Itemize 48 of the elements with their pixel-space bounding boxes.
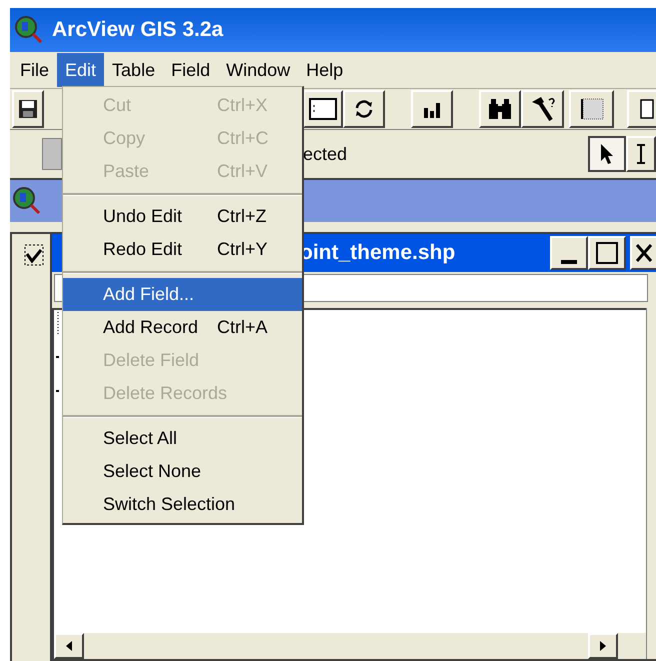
toolbar-button[interactable] xyxy=(627,90,656,128)
document-icon xyxy=(639,98,655,120)
chart-button[interactable] xyxy=(411,90,453,128)
status-text: ected xyxy=(303,142,348,166)
menu-item[interactable]: Edit xyxy=(57,53,104,87)
scroll-right-button[interactable] xyxy=(588,633,618,659)
pointer-tool[interactable] xyxy=(588,136,626,172)
app-icon xyxy=(14,15,44,45)
right-arrow-icon xyxy=(599,641,607,651)
select-all-button[interactable] xyxy=(569,90,614,128)
refresh-icon xyxy=(353,98,375,120)
maximize-button[interactable] xyxy=(588,236,626,270)
checkbox-icon xyxy=(24,244,44,266)
close-icon xyxy=(636,244,652,262)
window-title: ArcView GIS 3.2a xyxy=(52,17,224,44)
cursor-icon xyxy=(600,143,614,165)
menu-option[interactable]: Redo Edit Ctrl+Y xyxy=(63,233,302,266)
text-cursor-icon xyxy=(636,143,646,165)
menu-option[interactable]: Undo Edit Ctrl+Z xyxy=(63,200,302,233)
table-icon xyxy=(309,97,337,121)
refresh-button[interactable] xyxy=(343,90,385,128)
menu-option[interactable]: Add Field... xyxy=(63,278,302,311)
table-title: oint_theme.shp xyxy=(300,240,456,266)
scroll-left-button[interactable] xyxy=(54,633,84,659)
menu-option[interactable]: Add Record Ctrl+A xyxy=(63,311,302,344)
menu-item[interactable]: Help xyxy=(298,53,352,87)
project-icon xyxy=(12,186,42,216)
grid-icon xyxy=(578,97,604,121)
menu-item[interactable]: Table xyxy=(104,53,164,87)
menu-option[interactable]: Select None xyxy=(63,455,302,488)
menu-option[interactable]: Switch Selection xyxy=(63,488,302,521)
menu-option[interactable]: Select All xyxy=(63,422,302,455)
close-button[interactable] xyxy=(630,236,656,270)
menu-item[interactable]: Window xyxy=(218,53,298,87)
menu-item[interactable]: Field xyxy=(163,53,218,87)
table-view-button[interactable] xyxy=(303,90,343,128)
menu-item[interactable]: File xyxy=(12,53,58,87)
status-box xyxy=(42,138,62,170)
maximize-icon xyxy=(596,242,618,264)
text-tool[interactable] xyxy=(626,136,656,172)
query-button[interactable] xyxy=(521,90,564,128)
binoculars-icon xyxy=(487,98,513,120)
minimize-icon xyxy=(561,260,577,264)
horizontal-scrollbar[interactable] xyxy=(52,633,618,659)
save-button[interactable] xyxy=(12,90,44,128)
find-button[interactable] xyxy=(479,90,521,128)
left-arrow-icon xyxy=(65,641,73,651)
minimize-button[interactable] xyxy=(550,236,588,270)
